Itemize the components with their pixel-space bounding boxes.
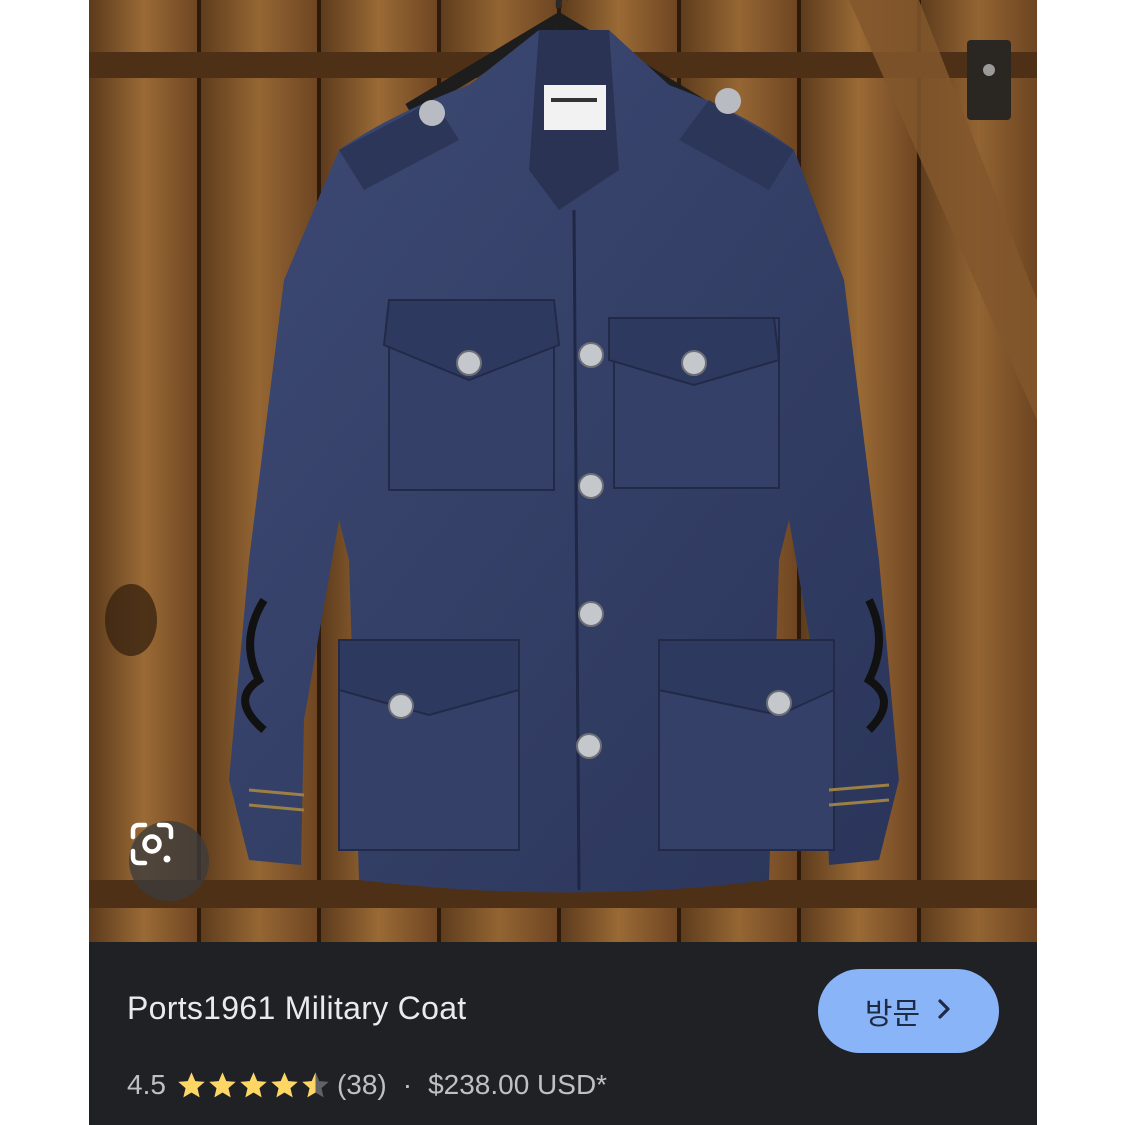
chevron-right-icon	[936, 994, 952, 1028]
star-icon	[271, 1071, 298, 1097]
visit-button[interactable]: 방문	[818, 969, 999, 1053]
coat-photo	[89, 0, 1037, 942]
rating-value: 4.5	[127, 1069, 166, 1100]
product-result-card[interactable]: Ports1961 Military Coat 방문 4.5 (38) · $2…	[89, 0, 1037, 1125]
visit-button-label: 방문	[864, 998, 921, 1031]
product-image[interactable]	[89, 0, 1037, 942]
star-icon	[209, 1071, 236, 1097]
separator-dot: ·	[402, 1069, 413, 1100]
star-rating	[176, 1070, 331, 1101]
product-info-panel: Ports1961 Military Coat 방문 4.5 (38) · $2…	[89, 942, 1037, 1125]
star-icon	[178, 1071, 205, 1097]
garment-label-icon	[544, 85, 606, 130]
star-icon	[240, 1071, 267, 1097]
review-count[interactable]: (38)	[337, 1069, 387, 1101]
google-lens-button[interactable]	[129, 821, 209, 901]
star-icon	[302, 1071, 329, 1097]
price: $238.00 USD*	[428, 1069, 608, 1100]
rating-price-row: 4.5 (38) · $238.00 USD*	[127, 1065, 607, 1105]
hinge	[967, 40, 1011, 120]
product-title[interactable]: Ports1961 Military Coat	[127, 990, 466, 1027]
